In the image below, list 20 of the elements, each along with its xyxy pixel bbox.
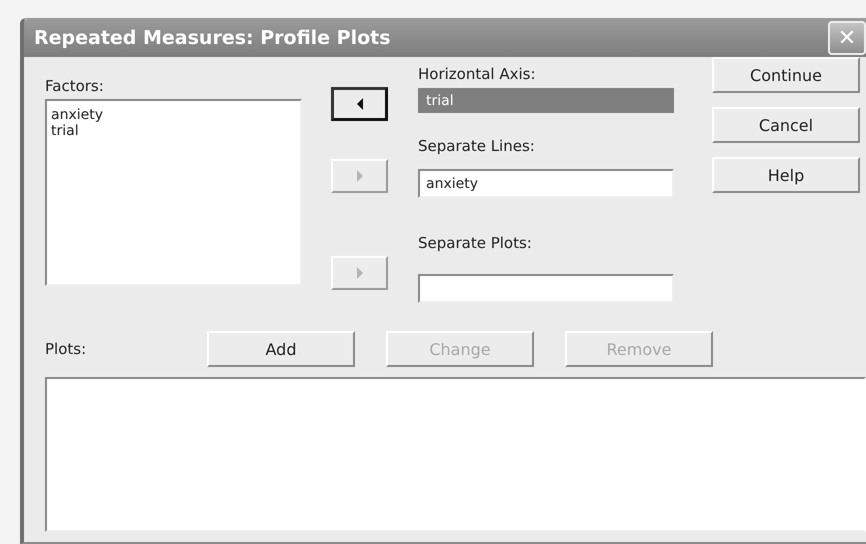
right-arrow-icon	[356, 169, 364, 183]
dialog-button[interactable]: Cancel	[712, 107, 860, 143]
variable-field[interactable]: anxiety	[418, 169, 674, 198]
left-arrow-icon	[356, 97, 364, 111]
list-item[interactable]: trial	[51, 123, 79, 139]
factors-label: Factors:	[45, 77, 105, 97]
field-label: Separate Plots:	[418, 234, 533, 254]
field-label: Horizontal Axis:	[418, 65, 537, 85]
variable-field[interactable]	[418, 274, 674, 303]
variable-field[interactable]: trial	[418, 88, 674, 113]
dialog-button[interactable]: Continue	[712, 57, 860, 93]
dialog-button[interactable]: Help	[712, 157, 860, 193]
window-title: Repeated Measures: Profile Plots	[33, 27, 391, 49]
plot-button[interactable]: Add	[207, 331, 355, 367]
move-button[interactable]	[331, 87, 388, 121]
list-item[interactable]: anxiety	[51, 107, 104, 123]
factors-list[interactable]: anxiety trial	[45, 99, 302, 286]
right-arrow-icon	[356, 266, 364, 280]
plots-label: Plots:	[45, 340, 88, 358]
field-label: Separate Lines:	[418, 137, 536, 157]
